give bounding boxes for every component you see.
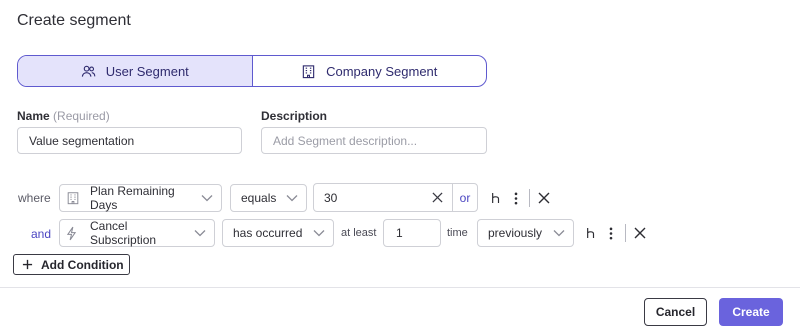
add-condition-label: Add Condition xyxy=(41,257,124,272)
remove-condition-icon[interactable] xyxy=(536,190,552,206)
time-label: time xyxy=(447,227,468,239)
condition-1-operator-dropdown[interactable]: equals xyxy=(230,184,307,212)
user-segment-option[interactable]: User Segment xyxy=(18,56,253,86)
remove-condition-icon[interactable] xyxy=(632,225,648,241)
more-options-icon[interactable] xyxy=(508,190,524,206)
condition-2-property-dropdown[interactable]: Cancel Subscription xyxy=(59,219,215,247)
chevron-down-icon xyxy=(553,230,565,237)
description-input[interactable]: Add Segment description... xyxy=(261,127,487,154)
heading-toggle-icon[interactable] xyxy=(488,190,504,206)
company-segment-option[interactable]: Company Segment xyxy=(253,56,487,86)
lightning-icon xyxy=(66,225,82,241)
chevron-down-icon xyxy=(201,195,213,202)
and-connector: and xyxy=(31,227,52,241)
condition-2-property-label: Cancel Subscription xyxy=(90,219,157,247)
chevron-down-icon xyxy=(286,195,298,202)
divider xyxy=(529,189,530,207)
building-icon xyxy=(302,64,315,78)
add-condition-button[interactable]: Add Condition xyxy=(13,254,130,275)
condition-2-operator-label: has occurred xyxy=(233,226,303,240)
heading-toggle-icon[interactable] xyxy=(583,225,599,241)
condition-1-property-label: Plan Remaining Days xyxy=(90,184,175,212)
name-label-text: Name xyxy=(17,109,50,123)
name-input[interactable]: Value segmentation xyxy=(17,127,242,154)
company-segment-label: Company Segment xyxy=(326,63,438,79)
create-button[interactable]: Create xyxy=(719,298,783,326)
footer-divider xyxy=(0,287,800,288)
cancel-button[interactable]: Cancel xyxy=(644,298,707,326)
clear-value-icon[interactable] xyxy=(422,184,452,211)
name-field-label: Name (Required) xyxy=(17,109,110,123)
occurrence-count-input[interactable]: 1 xyxy=(383,219,441,247)
at-least-label: at least xyxy=(341,227,377,239)
building-icon xyxy=(66,190,82,206)
time-range-dropdown[interactable]: previously xyxy=(477,219,574,247)
chevron-down-icon xyxy=(313,230,325,237)
time-range-label: previously xyxy=(488,226,543,240)
condition-1-value[interactable]: 30 xyxy=(314,191,422,205)
condition-1-property-dropdown[interactable]: Plan Remaining Days xyxy=(59,184,222,212)
where-connector: where xyxy=(18,191,51,205)
segment-type-toggle: User Segment Company Segment xyxy=(17,55,487,87)
or-button[interactable]: or xyxy=(452,184,477,211)
dialog-title: Create segment xyxy=(17,12,131,29)
condition-2-operator-dropdown[interactable]: has occurred xyxy=(222,219,334,247)
more-options-icon[interactable] xyxy=(603,225,619,241)
divider xyxy=(625,224,626,242)
user-segment-label: User Segment xyxy=(105,63,189,79)
users-icon xyxy=(81,65,96,77)
plus-icon xyxy=(22,259,33,270)
condition-1-value-input[interactable]: 30 or xyxy=(313,183,478,212)
condition-1-operator-label: equals xyxy=(241,191,277,205)
name-required-hint: (Required) xyxy=(53,109,110,123)
chevron-down-icon xyxy=(194,230,206,237)
description-field-label: Description xyxy=(261,109,328,123)
